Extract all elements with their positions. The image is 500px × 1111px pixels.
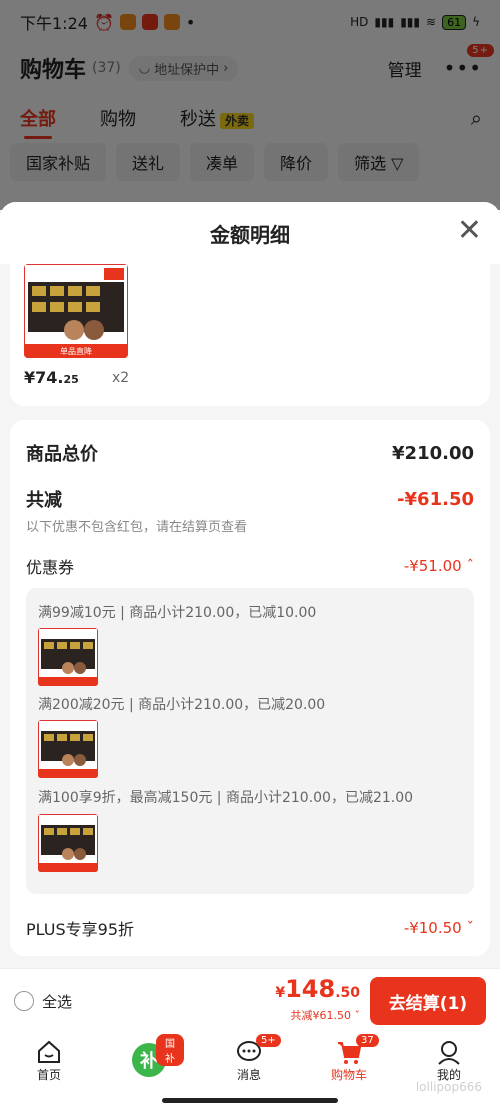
product-price: ¥74.25: [24, 368, 79, 387]
product-price-decimal: 25: [63, 373, 79, 386]
product-card: 单品直降 ¥74.25 x2: [10, 264, 490, 406]
chevron-up-icon: ˆ: [466, 557, 475, 575]
total-value: ¥210.00: [392, 442, 474, 464]
select-all-label[interactable]: 全选: [42, 991, 72, 1012]
nav-messages[interactable]: 消息 5+: [214, 1034, 284, 1083]
discount-note-row: 以下优惠不包含红包，请在结算页查看: [26, 516, 474, 535]
nav-home-label: 首页: [36, 1068, 61, 1082]
checkout-discount-text: 共减¥61.50: [290, 1009, 352, 1022]
coupon-detail-box: 满99减10元 | 商品小计210.00，已减10.00 满200减20元 | …: [26, 588, 474, 894]
discount-label: 共减: [26, 490, 62, 511]
sheet-title: 金额明细: [210, 222, 290, 247]
checkout-bar: 全选 ¥148.50 共减¥61.50 ˇ 去结算(1): [0, 968, 500, 1030]
cart-page-background: 下午1:24 ⏰ • HD ▮▮▮ ▮▮▮ ≋ 61 ϟ 购物车 (37) ◡ …: [0, 0, 500, 210]
discount-row: 共减 -¥61.50: [26, 486, 474, 512]
checkout-total: ¥148.50: [275, 975, 360, 1003]
plus-label: PLUS专享95折: [26, 920, 134, 939]
coupon-value-text: -¥51.00: [403, 557, 462, 575]
plus-row[interactable]: PLUS专享95折 -¥10.50 ˇ: [26, 916, 474, 940]
total-row: 商品总价 ¥210.00: [26, 440, 474, 466]
discount-note: 以下优惠不包含红包，请在结算页查看: [26, 520, 248, 535]
sheet-header: 金额明细 ✕: [0, 202, 500, 264]
home-icon: [38, 1040, 60, 1063]
coupon-product-thumbnail: [38, 720, 98, 778]
chevron-down-icon: ˇ: [466, 919, 475, 937]
plus-value: -¥10.50 ˇ: [404, 919, 474, 937]
product-quantity: x2: [112, 370, 130, 386]
plus-value-text: -¥10.50: [403, 919, 462, 937]
price-detail-card: 商品总价 ¥210.00 共减 -¥61.50 以下优惠不包含红包，请在结算页查…: [10, 420, 490, 956]
product-price-main: ¥74.: [24, 368, 64, 387]
coupon-row[interactable]: 优惠券 -¥51.00 ˆ: [26, 554, 474, 578]
amount-detail-sheet: 金额明细 ✕ 单品直降 ¥74.25 x2 商品总价 ¥210.00 共减 -¥…: [0, 202, 500, 968]
subsidy-badge: 国补: [156, 1034, 184, 1066]
watermark: lollipop666: [415, 1080, 482, 1094]
nav-cart-label: 购物车: [330, 1068, 367, 1082]
select-all-checkbox[interactable]: [14, 991, 34, 1011]
total-label: 商品总价: [26, 444, 98, 465]
chevron-down-icon: ˇ: [354, 1009, 361, 1022]
nav-subsidy[interactable]: 补 国补: [114, 1034, 184, 1078]
coupon-line: 满99减10元 | 商品小计210.00，已减10.00: [38, 605, 317, 621]
coupon-product-thumbnail: [38, 628, 98, 686]
checkout-button[interactable]: 去结算(1): [370, 977, 486, 1025]
modal-overlay[interactable]: [0, 0, 500, 210]
coupon-label: 优惠券: [26, 558, 75, 577]
checkout-discount-line[interactable]: 共减¥61.50 ˇ: [291, 1007, 361, 1023]
discount-value: -¥61.50: [397, 488, 474, 510]
nav-profile[interactable]: 我的: [414, 1038, 484, 1083]
checkout-total-int: 148: [285, 975, 336, 1003]
nav-messages-label: 消息: [236, 1068, 261, 1082]
nav-home[interactable]: 首页: [14, 1038, 84, 1083]
thumb-tag-text: 单品直降: [60, 346, 92, 356]
currency-symbol: ¥: [275, 985, 286, 1001]
coupon-line: 满200减20元 | 商品小计210.00，已减20.00: [38, 697, 326, 713]
coupon-value: -¥51.00 ˆ: [404, 557, 474, 575]
coupon-product-thumbnail: [38, 814, 98, 872]
profile-icon: [438, 1041, 460, 1065]
product-thumbnail[interactable]: 单品直降: [24, 264, 128, 358]
coupon-line: 满100享9折，最高减150元 | 商品小计210.00，已减21.00: [38, 790, 414, 806]
messages-badge: 5+: [256, 1034, 281, 1047]
checkout-total-dec: .50: [335, 985, 360, 1001]
close-icon[interactable]: ✕: [457, 216, 482, 246]
nav-cart[interactable]: 购物车 37: [314, 1034, 384, 1083]
cart-badge: 37: [356, 1034, 379, 1047]
home-indicator: [162, 1098, 338, 1103]
